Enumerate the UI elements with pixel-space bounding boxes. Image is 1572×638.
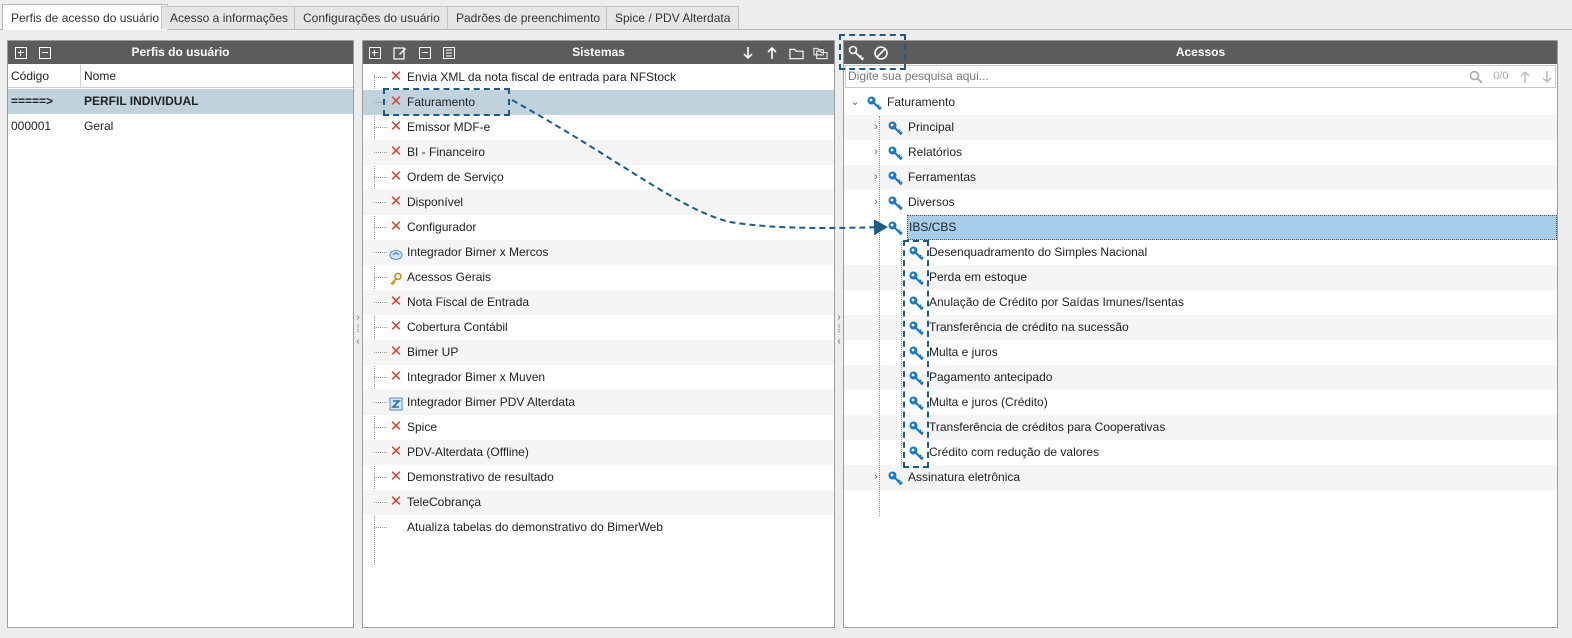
- annotation-arrow: [511, 99, 888, 236]
